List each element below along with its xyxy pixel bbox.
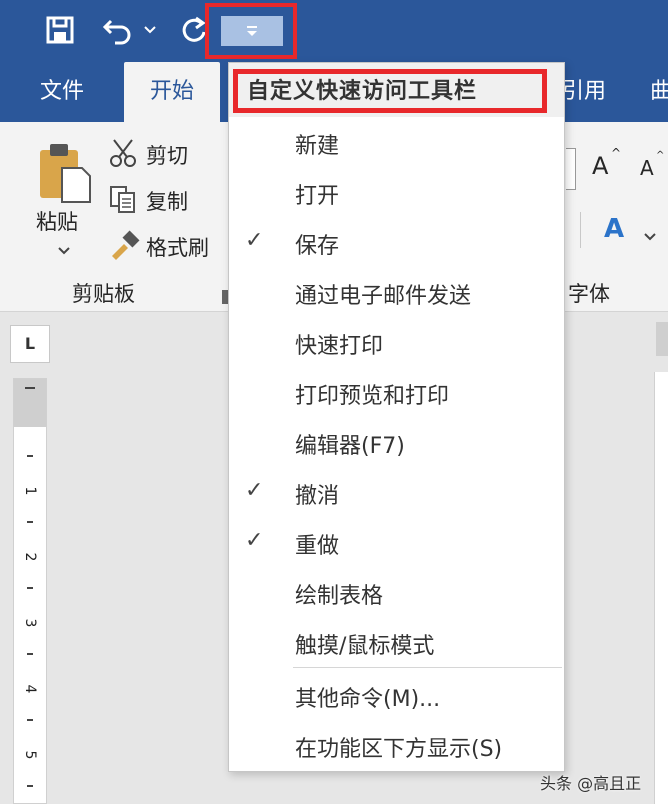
ruler-tick (27, 785, 33, 787)
menu-item-label: 打开 (295, 184, 340, 209)
checkmark-icon: ✓ (245, 528, 264, 553)
right-page-edge (654, 372, 668, 804)
cut-icon[interactable] (108, 138, 138, 172)
menu-item-new[interactable]: 新建 (229, 118, 564, 168)
ribbon-divider (580, 212, 581, 248)
tab-partial[interactable]: 曲 (646, 62, 668, 122)
menu-item-undo[interactable]: ✓ 撤消 (229, 468, 564, 518)
paste-label[interactable]: 粘贴 (36, 206, 78, 236)
menu-item-label: 新建 (295, 134, 340, 159)
ruler-tick (27, 719, 33, 721)
save-icon[interactable] (38, 12, 82, 48)
menu-item-quick-print[interactable]: 快速打印 (229, 318, 564, 368)
menu-item-label: 编辑器(F7) (295, 434, 405, 459)
ruler-tick (27, 653, 33, 655)
customize-qat-menu: 自定义快速访问工具栏 新建 打开 ✓ 保存 通过电子邮件发送 快速打印 打印预览… (228, 62, 565, 772)
menu-item-label: 重做 (295, 534, 340, 559)
menu-item-open[interactable]: 打开 (229, 168, 564, 218)
ruler-number: 5 (22, 750, 38, 760)
menu-item-label: 其他命令(M)... (295, 687, 441, 712)
clipboard-group-label: 剪贴板 (72, 282, 135, 306)
menu-item-label: 快速打印 (295, 334, 384, 359)
vertical-ruler[interactable]: 1 2 3 4 5 (13, 378, 47, 804)
font-group-label: 字体 (568, 282, 610, 306)
menu-header: 自定义快速访问工具栏 (229, 63, 564, 117)
customize-qat-icon[interactable] (221, 16, 283, 46)
menu-item-touch-mode[interactable]: 触摸/鼠标模式 (229, 618, 564, 668)
menu-item-save[interactable]: ✓ 保存 (229, 218, 564, 268)
watermark: 头条 @高且正 (540, 774, 642, 793)
format-painter-icon[interactable] (108, 230, 140, 264)
tab-file[interactable]: 文件 (20, 62, 104, 122)
grow-font-caret: ^ (611, 146, 622, 160)
format-painter-label[interactable]: 格式刷 (146, 232, 209, 262)
undo-icon[interactable] (98, 12, 138, 48)
scrollbar-thumb[interactable] (656, 322, 668, 356)
shrink-font-caret: ^ (656, 150, 665, 161)
cut-label[interactable]: 剪切 (146, 140, 188, 170)
menu-item-label: 保存 (295, 234, 340, 259)
grow-font-button[interactable]: A (592, 152, 608, 180)
ruler-tick (25, 387, 35, 389)
menu-item-redo[interactable]: ✓ 重做 (229, 518, 564, 568)
ruler-tick (27, 587, 33, 589)
ruler-number: 3 (22, 618, 38, 628)
menu-header-title: 自定义快速访问工具栏 (247, 79, 478, 104)
tab-selector[interactable]: L (10, 325, 50, 363)
shrink-font-button[interactable]: A (640, 156, 654, 180)
menu-item-label: 打印预览和打印 (295, 384, 450, 409)
menu-item-email[interactable]: 通过电子邮件发送 (229, 268, 564, 318)
title-bar (0, 0, 668, 62)
checkmark-icon: ✓ (245, 228, 264, 253)
text-effect-dropdown-icon[interactable] (644, 226, 656, 245)
menu-item-more-commands[interactable]: 其他命令(M)... (229, 671, 564, 721)
menu-item-draw-table[interactable]: 绘制表格 (229, 568, 564, 618)
menu-item-show-below-ribbon[interactable]: 在功能区下方显示(S) (229, 721, 564, 771)
ruler-number: 2 (22, 552, 38, 562)
font-size-box[interactable] (566, 148, 576, 190)
menu-item-label: 触摸/鼠标模式 (295, 634, 435, 659)
paste-icon[interactable] (36, 142, 94, 208)
ruler-tick (27, 521, 33, 523)
copy-icon[interactable] (108, 184, 138, 218)
checkmark-icon: ✓ (245, 478, 264, 503)
paste-dropdown-icon[interactable] (58, 240, 70, 259)
menu-separator (293, 667, 562, 668)
menu-item-label: 通过电子邮件发送 (295, 284, 472, 309)
menu-item-print-preview[interactable]: 打印预览和打印 (229, 368, 564, 418)
text-effect-button[interactable]: A (604, 214, 624, 244)
menu-item-label: 撤消 (295, 484, 340, 509)
ruler-number: 1 (22, 486, 38, 496)
ruler-number: 4 (22, 684, 38, 694)
menu-item-label: 在功能区下方显示(S) (295, 737, 503, 762)
undo-dropdown-icon[interactable] (140, 12, 160, 48)
tab-home[interactable]: 开始 (124, 62, 220, 122)
copy-label[interactable]: 复制 (146, 186, 188, 216)
ruler-tick (27, 455, 33, 457)
menu-item-editor[interactable]: 编辑器(F7) (229, 418, 564, 468)
menu-item-label: 绘制表格 (295, 584, 384, 609)
